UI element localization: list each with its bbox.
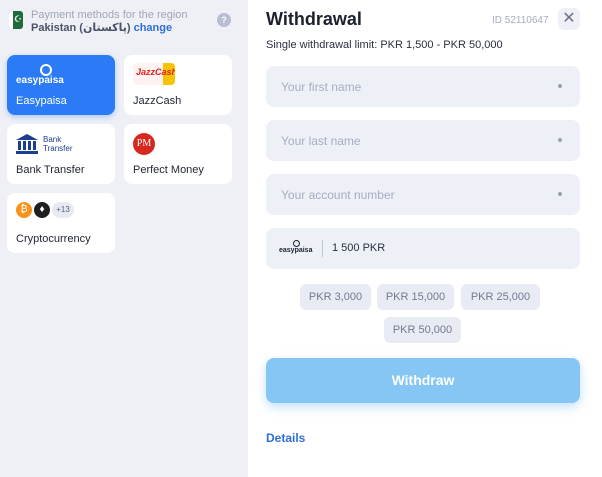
ethereum-icon: ♦ bbox=[34, 202, 50, 218]
last-name-field[interactable] bbox=[266, 120, 580, 161]
region-caption: Payment methods for the region bbox=[31, 9, 188, 21]
jazzcash-logo-icon: JazzCash bbox=[133, 63, 175, 85]
required-dot-icon bbox=[558, 192, 562, 196]
easypaisa-logo-icon: easypaisa bbox=[279, 240, 317, 256]
preset-amount-button[interactable]: PKR 50,000 bbox=[384, 317, 461, 343]
help-icon[interactable]: ? bbox=[217, 13, 231, 27]
account-number-input[interactable] bbox=[266, 174, 580, 215]
bank-icon: Bank Transfer bbox=[16, 133, 86, 157]
method-label: Perfect Money bbox=[133, 164, 204, 176]
method-card-bank-transfer[interactable]: Bank Transfer Bank Transfer bbox=[7, 124, 115, 184]
preset-amount-button[interactable]: PKR 3,000 bbox=[300, 284, 371, 310]
divider bbox=[322, 240, 323, 257]
amount-value[interactable]: 1 500 PKR bbox=[332, 242, 385, 254]
method-label: Easypaisa bbox=[16, 95, 67, 107]
page-title: Withdrawal bbox=[266, 9, 362, 29]
close-icon[interactable]: ✕ bbox=[558, 8, 580, 30]
account-number-field[interactable] bbox=[266, 174, 580, 215]
payment-methods-panel: ☪ Payment methods for the region Pakista… bbox=[0, 0, 248, 477]
region-selector: ☪ Payment methods for the region Pakista… bbox=[0, 0, 248, 44]
more-currencies-badge: +13 bbox=[52, 202, 74, 218]
details-link[interactable]: Details bbox=[266, 431, 305, 445]
method-card-easypaisa[interactable]: easypaisa Easypaisa bbox=[7, 55, 115, 115]
bitcoin-icon: ₿ bbox=[16, 202, 32, 218]
easypaisa-logo-icon: easypaisa bbox=[16, 64, 76, 86]
first-name-field[interactable] bbox=[266, 66, 580, 107]
first-name-input[interactable] bbox=[266, 66, 580, 107]
required-dot-icon bbox=[558, 138, 562, 142]
withdraw-button[interactable]: Withdraw bbox=[266, 358, 580, 403]
amount-field[interactable]: easypaisa 1 500 PKR bbox=[266, 228, 580, 269]
user-id: ID 52110647 bbox=[492, 15, 549, 26]
last-name-input[interactable] bbox=[266, 120, 580, 161]
region-country: Pakistan (پاکستان) bbox=[31, 22, 131, 34]
withdrawal-form: Withdrawal ID 52110647 ✕ Single withdraw… bbox=[248, 0, 602, 477]
pakistan-flag-icon: ☪ bbox=[9, 11, 23, 29]
withdrawal-limit: Single withdrawal limit: PKR 1,500 - PKR… bbox=[266, 39, 503, 51]
preset-amount-button[interactable]: PKR 15,000 bbox=[377, 284, 454, 310]
method-card-jazzcash[interactable]: JazzCash JazzCash bbox=[124, 55, 232, 115]
method-card-perfect-money[interactable]: PM Perfect Money bbox=[124, 124, 232, 184]
method-card-cryptocurrency[interactable]: ₿ ♦ +13 Cryptocurrency bbox=[7, 193, 115, 253]
perfect-money-logo-icon: PM bbox=[133, 133, 155, 155]
method-label: Bank Transfer bbox=[16, 164, 85, 176]
preset-amount-button[interactable]: PKR 25,000 bbox=[461, 284, 540, 310]
method-label: JazzCash bbox=[133, 95, 182, 107]
required-dot-icon bbox=[558, 84, 562, 88]
change-region-link[interactable]: change bbox=[134, 22, 173, 34]
region-name: Pakistan (پاکستان) change bbox=[31, 21, 172, 34]
method-label: Cryptocurrency bbox=[16, 233, 91, 245]
